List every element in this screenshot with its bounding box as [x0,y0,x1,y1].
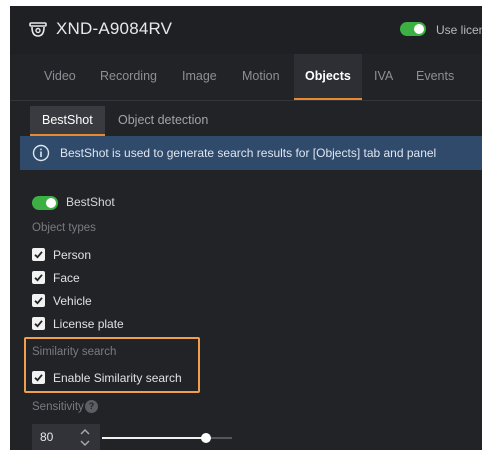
device-title: XND-A9084RV [56,19,173,38]
vehicle-label: Vehicle [53,294,92,308]
object-types-label: Object types [32,222,96,234]
tab-video[interactable]: Video [42,54,78,98]
info-banner-text: BestShot is used to generate search resu… [60,146,437,160]
license-plate-checkbox[interactable] [32,317,45,330]
tab-iva[interactable]: IVA [372,54,395,98]
vehicle-checkbox[interactable] [32,294,45,307]
settings-panel: XND-A9084RV Use licens Video Recording I… [10,6,482,450]
similarity-search-label: Similarity search [32,346,117,358]
tab-image[interactable]: Image [180,54,219,98]
sensitivity-slider[interactable] [102,432,232,444]
subtab-object-detection[interactable]: Object detection [106,106,220,134]
check-icon [34,274,43,282]
check-icon [34,320,43,328]
person-checkbox[interactable] [32,248,45,261]
main-tabs: Video Recording Image Motion Objects IVA… [10,54,482,101]
face-label: Face [53,271,80,285]
use-license-label: Use licens [436,23,482,37]
slider-thumb[interactable] [201,433,211,443]
check-icon [34,374,43,382]
dome-camera-icon [29,22,47,37]
license-plate-label: License plate [53,317,124,331]
enable-similarity-search-checkbox[interactable] [32,371,45,384]
tab-recording[interactable]: Recording [98,54,159,98]
tab-events[interactable]: Events [414,54,456,98]
use-license-toggle[interactable] [400,22,426,36]
info-icon [32,144,50,162]
bestshot-toggle[interactable] [32,196,58,210]
tab-motion[interactable]: Motion [240,54,282,98]
sensitivity-stepper[interactable]: 80 [32,424,100,450]
chevron-down-icon[interactable] [78,438,92,448]
slider-fill [102,437,206,439]
tab-objects[interactable]: Objects [294,54,362,100]
subtab-bestshot[interactable]: BestShot [30,106,105,136]
sensitivity-label: Sensitivity [32,401,84,413]
header: XND-A9084RV Use licens [10,6,482,54]
check-icon [34,251,43,259]
help-icon[interactable]: ? [85,400,98,413]
sub-tabs: BestShot Object detection [10,100,482,136]
chevron-up-icon[interactable] [78,427,92,437]
sensitivity-value: 80 [40,430,54,444]
info-banner: BestShot is used to generate search resu… [20,136,482,170]
person-label: Person [53,248,92,262]
bestshot-label: BestShot [66,195,115,209]
check-icon [34,297,43,305]
face-checkbox[interactable] [32,271,45,284]
enable-similarity-search-label: Enable Similarity search [53,371,182,385]
